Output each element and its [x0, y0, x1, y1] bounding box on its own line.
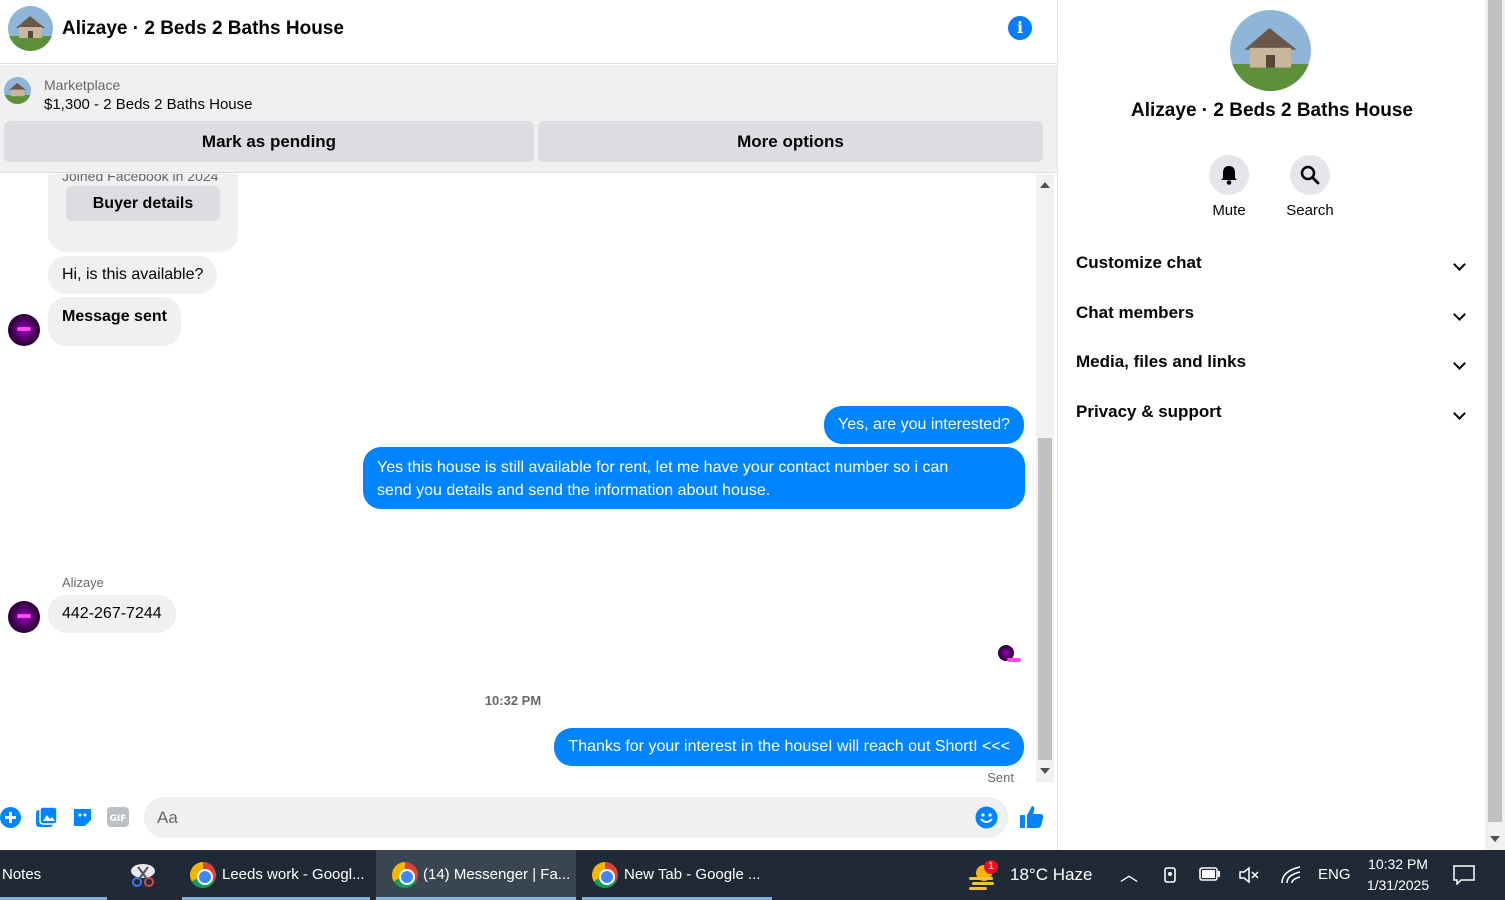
plus-icon[interactable]: [0, 807, 21, 828]
marketplace-panel: Marketplace $1,300 - 2 Beds 2 Baths Hous…: [0, 65, 1057, 173]
taskbar-label: Leeds work - Googl...: [222, 866, 365, 883]
clock-date: 1/31/2025: [1366, 877, 1430, 893]
sticker-icon[interactable]: [71, 806, 94, 829]
message-input[interactable]: [144, 797, 1008, 838]
message-bubble[interactable]: Message sent: [48, 297, 181, 346]
row-label: Customize chat: [1076, 253, 1202, 272]
buyer-details-button[interactable]: Buyer details: [66, 186, 220, 221]
snipping-tool-icon[interactable]: [128, 861, 158, 889]
message-scrollbar[interactable]: [1036, 174, 1054, 782]
taskbar-chrome-messenger[interactable]: (14) Messenger | Fa...: [376, 850, 576, 900]
page-scrollbar[interactable]: [1485, 0, 1505, 850]
wifi-icon[interactable]: [1280, 865, 1302, 885]
message-line: Yes this house is still available for re…: [377, 459, 949, 476]
row-label: Chat members: [1076, 303, 1195, 322]
scroll-thumb[interactable]: [1038, 438, 1052, 760]
weather-badge: 1: [984, 860, 998, 874]
chrome-icon: [592, 862, 618, 888]
marketplace-thumbnail[interactable]: [4, 77, 31, 104]
message-bubble[interactable]: Hi, is this available?: [48, 256, 218, 294]
listing-avatar-large[interactable]: [1230, 10, 1311, 91]
chevron-down-icon: [1453, 308, 1466, 321]
search-button[interactable]: Search: [1270, 155, 1350, 219]
message-bubble[interactable]: Thanks for your interest in the houseI w…: [554, 728, 1024, 766]
like-icon[interactable]: [1019, 804, 1045, 830]
weather-text[interactable]: 18°C Haze: [1010, 850, 1092, 900]
customize-chat-row[interactable]: Customize chat: [1076, 244, 1470, 284]
photo-icon[interactable]: [35, 806, 58, 829]
clock[interactable]: 10:32 PM 1/31/2025: [1358, 854, 1438, 896]
marketplace-label: Marketplace: [44, 77, 121, 93]
chevron-down-icon: [1453, 258, 1466, 271]
chat-title[interactable]: Alizaye · 2 Beds 2 Baths House: [62, 18, 344, 40]
message-bubble[interactable]: 442-267-7244: [48, 595, 176, 633]
taskbar-label: (14) Messenger | Fa...: [423, 866, 571, 883]
message-status: Sent: [987, 770, 1014, 782]
house-image-icon: [8, 6, 53, 51]
chat-members-row[interactable]: Chat members: [1076, 294, 1470, 334]
mute-button[interactable]: Mute: [1189, 155, 1269, 219]
scroll-down-icon[interactable]: [1040, 768, 1050, 774]
conversation-details-panel: Alizaye · 2 Beds 2 Baths House Mute Sear…: [1057, 0, 1485, 850]
taskbar-label: Notes: [2, 866, 42, 883]
sender-name: Alizaye: [62, 575, 104, 590]
bell-icon: [1221, 166, 1237, 185]
clock-time: 10:32 PM: [1368, 856, 1428, 872]
chrome-icon: [392, 862, 418, 888]
message-line: send you details and send the informatio…: [377, 482, 771, 499]
chrome-icon: [190, 862, 216, 888]
emoji-icon[interactable]: [975, 806, 998, 829]
mute-label: Mute: [1212, 202, 1246, 219]
panel-title: Alizaye · 2 Beds 2 Baths House: [1131, 100, 1413, 121]
composer: GIF: [0, 782, 1057, 850]
taskbar-label: New Tab - Google ...: [624, 866, 761, 883]
info-icon[interactable]: i: [1008, 16, 1032, 40]
notification-icon[interactable]: [1453, 865, 1475, 885]
buyer-card: Joined Facebook in 2024 Buyer details: [48, 174, 238, 252]
chat-header: Alizaye · 2 Beds 2 Baths House i: [0, 0, 1057, 64]
chevron-down-icon: [1453, 357, 1466, 370]
message-list[interactable]: Joined Facebook in 2024 Buyer details Hi…: [0, 174, 1036, 782]
scroll-up-icon[interactable]: [1040, 182, 1050, 188]
speaker-muted-icon[interactable]: [1239, 866, 1259, 884]
gif-icon[interactable]: GIF: [106, 806, 130, 828]
listing-avatar[interactable]: [8, 6, 53, 51]
chevron-down-icon: [1453, 407, 1466, 420]
more-options-button[interactable]: More options: [538, 121, 1043, 162]
contact-avatar[interactable]: [8, 314, 40, 346]
timestamp: 10:32 PM: [484, 693, 542, 708]
listing-title[interactable]: $1,300 - 2 Beds 2 Baths House: [44, 96, 252, 113]
search-label: Search: [1286, 202, 1334, 219]
scroll-down-icon[interactable]: [1490, 836, 1500, 842]
seen-indicator-avatar: [998, 645, 1021, 662]
row-label: Privacy & support: [1076, 402, 1222, 421]
battery-icon[interactable]: [1199, 867, 1221, 881]
house-image-icon: [4, 77, 31, 104]
search-icon: [1300, 165, 1320, 185]
privacy-support-row[interactable]: Privacy & support: [1076, 393, 1470, 433]
page-scroll-thumb[interactable]: [1488, 0, 1502, 822]
mark-pending-button[interactable]: Mark as pending: [4, 121, 534, 162]
house-image-icon: [1230, 10, 1311, 91]
language-indicator[interactable]: ENG: [1318, 850, 1351, 900]
message-bubble[interactable]: Yes this house is still available for re…: [363, 447, 1025, 509]
taskbar-chrome-leeds[interactable]: Leeds work - Googl...: [182, 850, 370, 900]
message-bubble[interactable]: Yes, are you interested?: [824, 406, 1024, 444]
svg-text:GIF: GIF: [110, 814, 127, 824]
row-label: Media, files and links: [1076, 352, 1247, 371]
taskbar-notes[interactable]: Notes: [0, 850, 107, 900]
meet-now-icon[interactable]: [1162, 866, 1180, 884]
joined-text: Joined Facebook in 2024: [62, 174, 219, 184]
taskbar: Notes Leeds work - Googl... (14) Messeng…: [0, 850, 1505, 900]
chevron-up-icon[interactable]: ︿: [1120, 850, 1138, 900]
taskbar-chrome-newtab[interactable]: New Tab - Google ...: [582, 850, 772, 900]
contact-avatar[interactable]: [8, 601, 40, 633]
media-files-links-row[interactable]: Media, files and links: [1076, 343, 1470, 383]
